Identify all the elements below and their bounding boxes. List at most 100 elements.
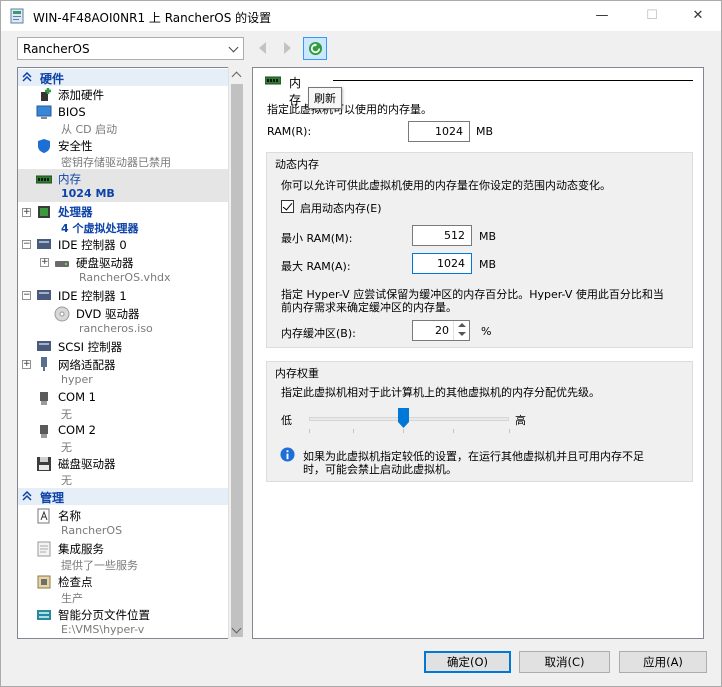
tree-item-label: 处理器 [58,205,93,219]
vm-selector-value: RancherOS [23,42,90,56]
tree-item-label: IDE 控制器 1 [58,289,127,303]
settings-window: WIN-4F48AOI0NR1 上 RancherOS 的设置 — ☐ ✕ Ra… [0,0,722,687]
expand-icon[interactable]: + [22,208,31,217]
tree-item-diskette-drive[interactable]: 磁盘驱动器 无 [18,454,228,487]
minimize-button[interactable]: — [579,1,625,31]
tree-item-detail: hyper [61,373,93,386]
tree-item-security[interactable]: 安全性 密钥存储驱动器已禁用 [18,136,228,169]
tree-item-detail: 密钥存储驱动器已禁用 [61,156,171,169]
tree-item-bios[interactable]: BIOS 从 CD 启动 [18,103,228,136]
tree-scrollbar-thumb[interactable] [231,84,243,637]
back-arrow-icon [259,42,266,54]
vm-selector-dropdown[interactable]: RancherOS [17,37,244,60]
collapse-icon [22,491,32,501]
tree-item-com1[interactable]: COM 1 无 [18,388,228,421]
dynamic-memory-title: 动态内存 [275,158,319,171]
tree-item-label: 添加硬件 [58,88,104,102]
integration-services-icon [37,541,51,557]
tree-item-scsi-controller[interactable]: SCSI 控制器 [18,337,228,355]
back-button[interactable] [257,41,271,55]
buffer-unit: % [481,325,492,338]
buffer-stepper[interactable]: 20 [412,320,470,341]
tree-item-name[interactable]: 名称 RancherOS [18,506,228,539]
ok-button[interactable]: 确定(O) [424,651,511,673]
tree-item-network-adapter[interactable]: + 网络适配器 hyper [18,355,228,388]
tree-item-detail: 无 [61,474,72,487]
cancel-button[interactable]: 取消(C) [519,651,610,673]
tree-item-com2[interactable]: COM 2 无 [18,421,228,454]
stepper-up-icon[interactable] [458,323,466,327]
window-title: WIN-4F48AOI0NR1 上 RancherOS 的设置 [33,11,272,25]
tree-item-add-hardware[interactable]: 添加硬件 [18,86,228,103]
add-hardware-icon [41,88,51,101]
slider-tick [403,429,404,433]
hardware-header-label: 硬件 [40,72,65,86]
dynamic-memory-desc: 你可以允许可供此虚拟机使用的内存量在你设定的范围内动态变化。 [281,179,611,192]
enable-dynamic-memory-checkbox[interactable] [281,200,294,213]
tree-item-label: 智能分页文件位置 [58,608,150,622]
min-ram-input[interactable]: 512 [412,225,472,246]
slider-tick [353,429,354,433]
tree-item-dvd-drive[interactable]: DVD 驱动器 rancheros.iso [18,304,228,337]
management-section-header[interactable]: 管理 [18,488,228,505]
tree-item-label: SCSI 控制器 [58,340,123,354]
close-button[interactable]: ✕ [675,1,721,31]
tree-item-hard-drive[interactable]: + 硬盘驱动器 RancherOS.vhdx [18,253,228,286]
tree-item-detail: 4 个虚拟处理器 [61,222,139,235]
scroll-up-icon[interactable] [231,71,242,82]
forward-button[interactable] [280,41,294,55]
max-ram-label: 最大 RAM(A): [281,260,351,273]
tree-item-label: DVD 驱动器 [76,307,140,321]
ram-label: RAM(R): [267,125,312,138]
tree-item-smart-paging[interactable]: 智能分页文件位置 E:\VMS\hyper-v [18,605,228,638]
stepper-arrows[interactable] [453,321,469,340]
tree-item-detail: RancherOS [61,524,123,537]
min-ram-value: 512 [444,229,465,242]
tree-item-ide-controller-0[interactable]: − IDE 控制器 0 [18,235,228,253]
stepper-down-icon[interactable] [458,332,466,336]
slider-tick [309,429,310,433]
maximize-button[interactable]: ☐ [629,1,675,31]
slider-tick [509,429,510,433]
tree-item-label: 网络适配器 [58,358,116,372]
apply-button[interactable]: 应用(A) [619,651,707,673]
tree-item-label: 硬盘驱动器 [76,256,134,270]
paging-file-icon [37,610,51,620]
tree-item-label: 内存 [58,172,81,186]
tree-item-label: 名称 [58,509,81,523]
expand-icon[interactable]: + [40,258,49,267]
tree-item-detail: rancheros.iso [79,322,153,335]
tree-item-label: BIOS [58,105,86,119]
ram-input[interactable]: 1024 [408,121,470,142]
tree-item-memory[interactable]: 内存 1024 MB [18,169,228,202]
collapse-icon[interactable]: − [22,291,31,300]
hardware-section-header[interactable]: 硬件 [18,69,228,86]
expand-icon[interactable]: + [22,360,31,369]
min-ram-unit: MB [479,230,497,243]
dvd-icon [54,306,70,322]
tree-item-detail: E:\VMS\hyper-v [61,623,145,636]
tree-item-label: 集成服务 [58,542,104,556]
ide-controller-icon [37,290,51,300]
com-port-icon [40,425,48,438]
memory-weight-slider[interactable] [309,417,509,421]
tree-item-detail: 1024 MB [61,187,115,200]
tree-item-integration-services[interactable]: 集成服务 提供了一些服务 [18,539,228,572]
bios-icon [36,105,52,119]
refresh-button[interactable] [303,37,327,60]
tree-item-label: IDE 控制器 0 [58,238,127,252]
collapse-icon[interactable]: − [22,240,31,249]
memory-intro-text: 指定此虚拟机可以使用的内存量。 [267,103,432,116]
tree-item-ide-controller-1[interactable]: − IDE 控制器 1 [18,286,228,304]
collapse-icon [22,72,32,82]
tree-item-detail: 生产 [61,592,83,605]
tree-item-detail: RancherOS.vhdx [79,271,171,284]
tree-item-processor[interactable]: + 处理器 4 个虚拟处理器 [18,202,228,235]
memory-weight-slider-thumb[interactable] [397,408,409,428]
memory-icon [36,175,52,184]
tree-item-checkpoints[interactable]: 检查点 生产 [18,572,228,605]
max-ram-input[interactable]: 1024 [412,253,472,274]
com-port-icon [40,392,48,405]
tree-scrollbar[interactable] [228,67,244,639]
ram-unit: MB [476,125,494,138]
